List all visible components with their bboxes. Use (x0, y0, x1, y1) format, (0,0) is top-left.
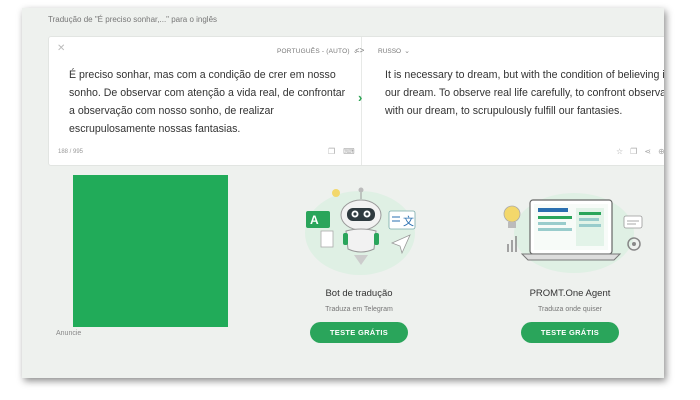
promt-one-agent-illustration (503, 193, 643, 273)
try-free-button[interactable]: TESTE GRÁTIS (309, 322, 409, 343)
source-language-label: PORTUGUÊS - (AUTO) (277, 48, 350, 55)
target-language-select[interactable]: RUSSO ⌄ (378, 47, 410, 55)
promo-title: Bot de tradução (325, 288, 393, 299)
share-icon[interactable]: ⋖ (644, 147, 651, 156)
target-language-label: RUSSO (378, 48, 402, 55)
star-icon[interactable]: ☆ (616, 147, 623, 156)
translate-arrow-icon[interactable]: › (358, 90, 362, 105)
target-toolbar: ☆ ❐ ⋖ ⊕ (616, 147, 664, 156)
copy-icon[interactable]: ❐ (630, 147, 637, 156)
promo-telegram-bot: Bot de tradução Traduza em Telegram TEST… (284, 288, 434, 343)
source-language-select[interactable]: PORTUGUÊS - (AUTO) ⌄ (277, 47, 359, 55)
promo-promt-one-agent: PROMT.One Agent Traduza onde quiser TEST… (495, 288, 645, 343)
swap-languages-icon[interactable]: <> (355, 46, 364, 55)
clear-text-icon[interactable]: ✕ (57, 43, 65, 54)
chevron-down-icon: ⌄ (404, 48, 410, 55)
try-free-button[interactable]: TESTE GRÁTIS (520, 322, 620, 343)
ad-label: Anuncie (56, 330, 82, 337)
ad-banner[interactable] (73, 175, 228, 327)
promo-subtitle: Traduza em Telegram (325, 306, 393, 313)
telegram-bot-illustration: A 文 (305, 187, 416, 275)
globe-icon[interactable]: ⊕ (658, 147, 664, 156)
svg-text:文: 文 (403, 214, 414, 228)
source-toolbar: ❐ ⌨ (328, 147, 363, 156)
translation-output: It is necessary to dream, but with the c… (385, 69, 664, 117)
keyboard-icon[interactable]: ⌨ (343, 147, 355, 156)
svg-text:A: A (310, 213, 319, 227)
copy-icon[interactable]: ❐ (328, 147, 335, 156)
promo-title: PROMT.One Agent (529, 288, 611, 299)
translator-panel: ✕ PORTUGUÊS - (AUTO) ⌄ <> RUSSO ⌄ É precis… (48, 36, 664, 166)
char-counter: 188 / 995 (58, 149, 84, 155)
source-text-input[interactable]: É preciso sonhar, mas com a condição de … (69, 66, 354, 138)
page-title: Tradução de "É preciso sonhar,..." para … (48, 15, 218, 24)
promo-subtitle: Traduza onde quiser (538, 306, 602, 313)
app-window: Tradução de "É preciso sonhar,..." para … (22, 8, 664, 378)
